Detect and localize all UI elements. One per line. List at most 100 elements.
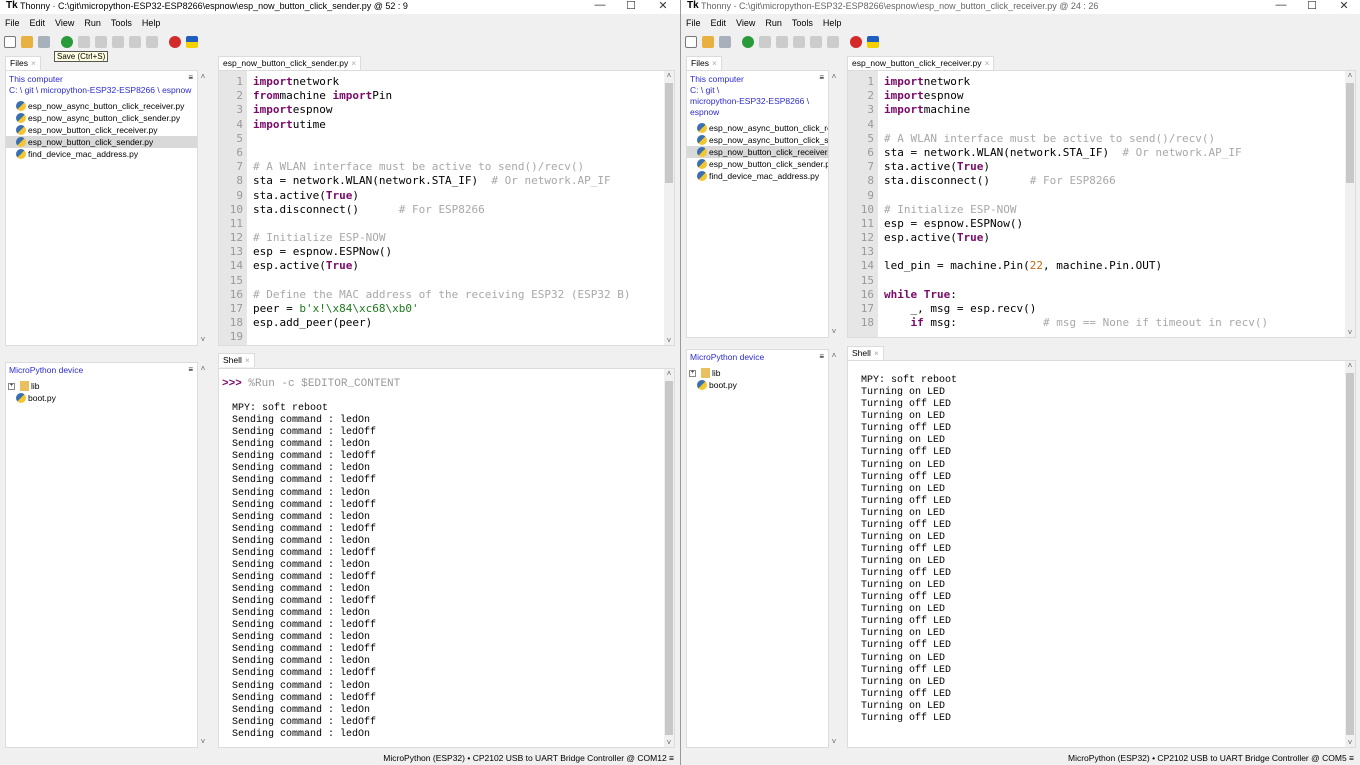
scrollbar-thumb[interactable]: [665, 381, 673, 735]
device-scrollbar[interactable]: ˄ ˅: [198, 362, 208, 748]
open-folder-icon[interactable]: [21, 36, 33, 48]
panel-menu-icon[interactable]: ≡: [188, 365, 193, 374]
scroll-down-icon[interactable]: ˅: [198, 335, 208, 344]
stop-icon[interactable]: [850, 36, 862, 48]
scroll-down-icon[interactable]: ˅: [829, 737, 839, 746]
file-item[interactable]: esp_now_button_click_sender.p: [687, 158, 828, 170]
scroll-down-icon[interactable]: ˅: [664, 336, 674, 345]
editor-scrollbar[interactable]: ˄ ˅: [1345, 71, 1355, 337]
code-area[interactable]: importnetwork importespnow importmachine # …: [884, 75, 1268, 330]
scroll-up-icon[interactable]: ˄: [198, 72, 208, 81]
step-over-icon[interactable]: [95, 36, 107, 48]
step-into-icon[interactable]: [112, 36, 124, 48]
scrollbar-thumb[interactable]: [1346, 83, 1354, 183]
folder-item-lib[interactable]: + lib: [0, 380, 40, 392]
ukraine-flag-icon[interactable]: [867, 36, 879, 48]
run-icon[interactable]: [61, 36, 73, 48]
panel-menu-icon[interactable]: ≡: [819, 73, 824, 82]
files-scrollbar[interactable]: ˄ ˅: [829, 70, 839, 338]
menu-help[interactable]: Help: [137, 16, 166, 30]
scroll-up-icon[interactable]: ˄: [664, 369, 674, 378]
path-breadcrumb[interactable]: micropython-ESP32-ESP8266 \: [690, 96, 809, 106]
close-tab-icon[interactable]: ×: [351, 58, 356, 68]
shell-tab[interactable]: Shell ×: [847, 346, 884, 360]
tab-files[interactable]: Files ×: [686, 56, 722, 70]
menu-edit[interactable]: Edit: [25, 16, 51, 30]
path-breadcrumb[interactable]: C: \ git \: [690, 85, 719, 95]
resume-icon[interactable]: [146, 36, 158, 48]
status-bar-backend[interactable]: MicroPython (ESP32) • CP2102 USB to UART…: [1068, 753, 1354, 763]
close-button[interactable]: ✕: [1329, 0, 1359, 12]
menu-file[interactable]: File: [681, 16, 706, 30]
ukraine-flag-icon[interactable]: [186, 36, 198, 48]
menu-view[interactable]: View: [50, 16, 79, 30]
debug-icon[interactable]: [78, 36, 90, 48]
close-tab-icon[interactable]: ×: [31, 58, 36, 68]
maximize-button[interactable]: ☐: [616, 0, 646, 12]
file-item[interactable]: esp_now_button_click_sender.py: [6, 136, 197, 148]
close-tab-icon[interactable]: ×: [874, 348, 879, 358]
new-file-icon[interactable]: [4, 36, 16, 48]
scroll-up-icon[interactable]: ˄: [664, 71, 674, 80]
scroll-down-icon[interactable]: ˅: [829, 327, 839, 336]
scroll-down-icon[interactable]: ˅: [198, 737, 208, 746]
scroll-up-icon[interactable]: ˄: [198, 364, 208, 373]
code-editor[interactable]: 1 2 3 4 5 6 7 8 9 10 11 12 13 14 15 16 17 18 19 importnetwo…: [218, 70, 675, 346]
step-into-icon[interactable]: [793, 36, 805, 48]
maximize-button[interactable]: ☐: [1297, 0, 1327, 12]
menu-help[interactable]: Help: [818, 16, 847, 30]
minimize-button[interactable]: —: [585, 0, 615, 11]
new-file-icon[interactable]: [685, 36, 697, 48]
close-tab-icon[interactable]: ×: [984, 58, 989, 68]
shell-scrollbar[interactable]: ˄ ˅: [1345, 361, 1355, 747]
path-breadcrumb[interactable]: C: \ git \ micropython-ESP32-ESP8266 \ e…: [9, 85, 191, 95]
save-icon[interactable]: [38, 36, 50, 48]
tab-files[interactable]: Files ×: [5, 56, 41, 70]
step-out-icon[interactable]: [129, 36, 141, 48]
status-bar-backend[interactable]: MicroPython (ESP32) • CP2102 USB to UART…: [383, 753, 674, 763]
editor-scrollbar[interactable]: ˄ ˅: [664, 71, 674, 345]
menu-run[interactable]: Run: [79, 16, 106, 30]
file-item[interactable]: esp_now_button_click_receiver.: [687, 146, 828, 158]
expand-icon[interactable]: +: [8, 382, 15, 390]
file-item[interactable]: esp_now_button_click_receiver.py: [6, 124, 197, 136]
shell-tab[interactable]: Shell ×: [218, 353, 255, 367]
file-item-boot[interactable]: boot.py: [687, 379, 737, 391]
expand-icon[interactable]: +: [689, 369, 696, 377]
code-area[interactable]: importnetwork frommachine importPin import…: [253, 75, 631, 345]
menu-tools[interactable]: Tools: [787, 16, 818, 30]
shell-console[interactable]: >>> %Run -c $EDITOR_CONTENT MPY: soft reb…: [218, 368, 675, 748]
editor-tab[interactable]: esp_now_button_click_receiver.py ×: [847, 56, 995, 70]
panel-menu-icon[interactable]: ≡: [819, 352, 824, 361]
menu-run[interactable]: Run: [760, 16, 787, 30]
close-button[interactable]: ✕: [648, 0, 678, 12]
device-scrollbar[interactable]: ˄ ˅: [829, 349, 839, 748]
run-icon[interactable]: [742, 36, 754, 48]
scroll-down-icon[interactable]: ˅: [1345, 328, 1355, 337]
step-out-icon[interactable]: [810, 36, 822, 48]
menu-view[interactable]: View: [731, 16, 760, 30]
path-breadcrumb[interactable]: espnow: [690, 107, 719, 117]
scrollbar-thumb[interactable]: [1346, 373, 1354, 735]
file-item[interactable]: esp_now_async_button_click_sender.py: [6, 112, 197, 124]
close-tab-icon[interactable]: ×: [712, 58, 717, 68]
open-folder-icon[interactable]: [702, 36, 714, 48]
save-icon[interactable]: [719, 36, 731, 48]
file-item[interactable]: find_device_mac_address.py: [687, 170, 828, 182]
scrollbar-thumb[interactable]: [665, 83, 673, 183]
scroll-up-icon[interactable]: ˄: [1345, 361, 1355, 370]
scroll-up-icon[interactable]: ˄: [1345, 71, 1355, 80]
file-item[interactable]: esp_now_async_button_click_receiver.py: [6, 100, 197, 112]
editor-tab[interactable]: esp_now_button_click_sender.py ×: [218, 56, 362, 70]
scroll-down-icon[interactable]: ˅: [1345, 738, 1355, 747]
shell-scrollbar[interactable]: ˄ ˅: [664, 369, 674, 747]
folder-item-lib[interactable]: + lib: [681, 367, 721, 379]
scroll-down-icon[interactable]: ˅: [664, 738, 674, 747]
shell-console[interactable]: >>> %Run -c $EDITOR_CONTENT MPY: soft reb…: [847, 360, 1356, 748]
file-item-boot[interactable]: boot.py: [6, 392, 56, 404]
menu-edit[interactable]: Edit: [706, 16, 732, 30]
file-item[interactable]: find_device_mac_address.py: [6, 148, 197, 160]
resume-icon[interactable]: [827, 36, 839, 48]
menu-file[interactable]: File: [0, 16, 25, 30]
minimize-button[interactable]: —: [1266, 0, 1296, 11]
